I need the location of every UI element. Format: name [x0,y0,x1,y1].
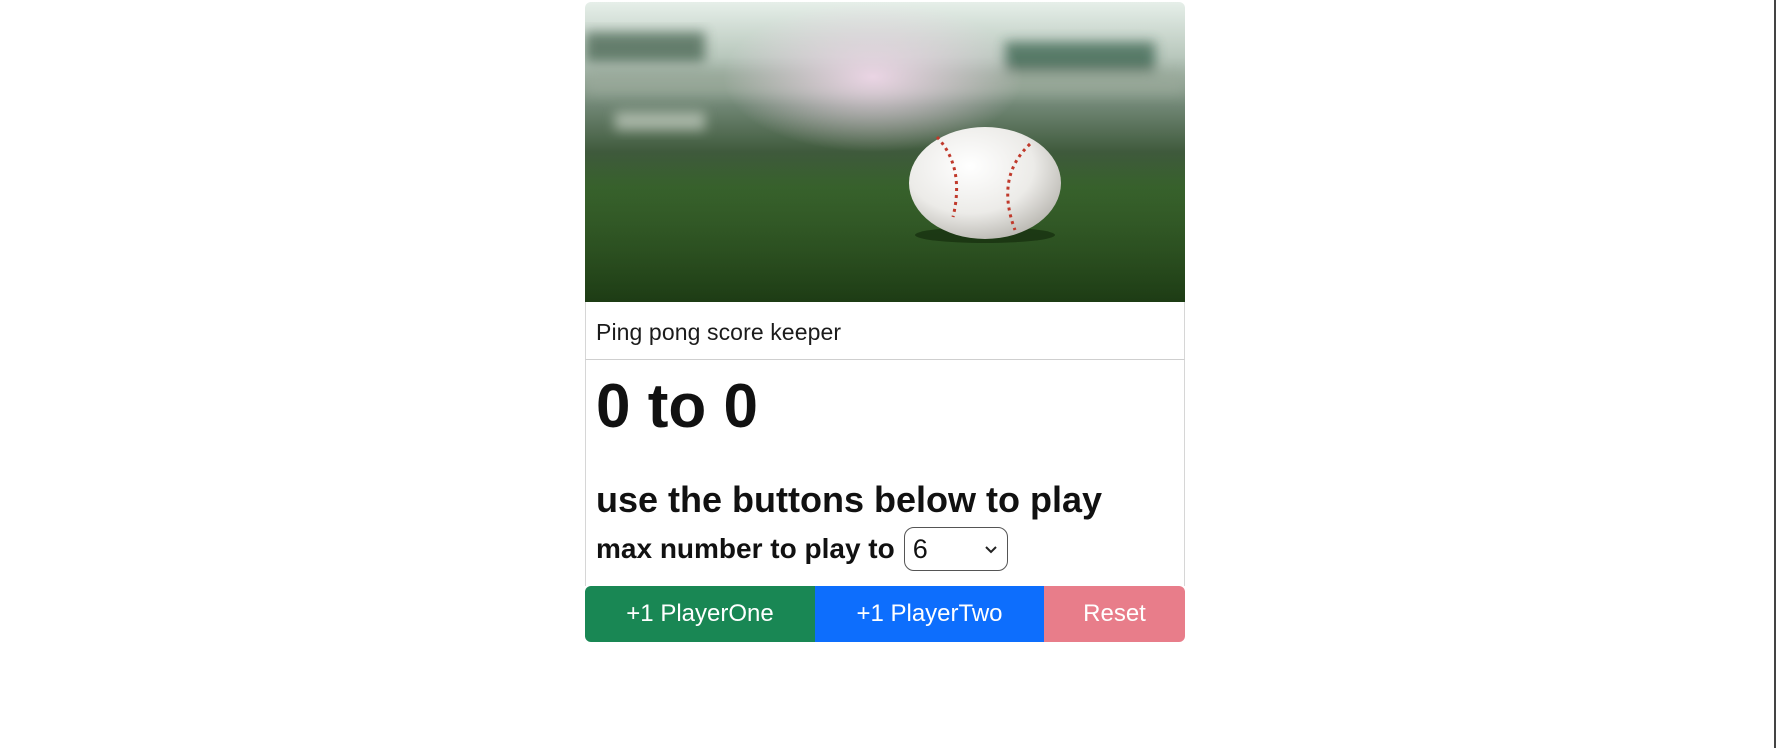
player-one-button[interactable]: +1 PlayerOne [585,586,815,642]
button-group: +1 PlayerOne +1 PlayerTwo Reset [585,586,1185,642]
max-score-label: max number to play to [596,533,895,564]
card-caption: Ping pong score keeper [585,302,1185,360]
baseball-image [585,2,1185,302]
max-score-value: 6 [912,533,928,564]
player-two-button[interactable]: +1 PlayerTwo [815,586,1044,642]
score-display: 0 to 0 [596,372,758,441]
chevron-down-icon [983,541,999,557]
reset-button[interactable]: Reset [1044,586,1185,642]
max-score-select[interactable]: 6 [903,527,1008,571]
score-keeper-card: Ping pong score keeper 0 to 0 use the bu… [585,2,1185,642]
max-score-row: max number to play to 6 [596,527,1174,571]
instructions-heading: use the buttons below to play [596,479,1103,520]
card-body: 0 to 0 use the buttons below to play max… [585,360,1185,586]
